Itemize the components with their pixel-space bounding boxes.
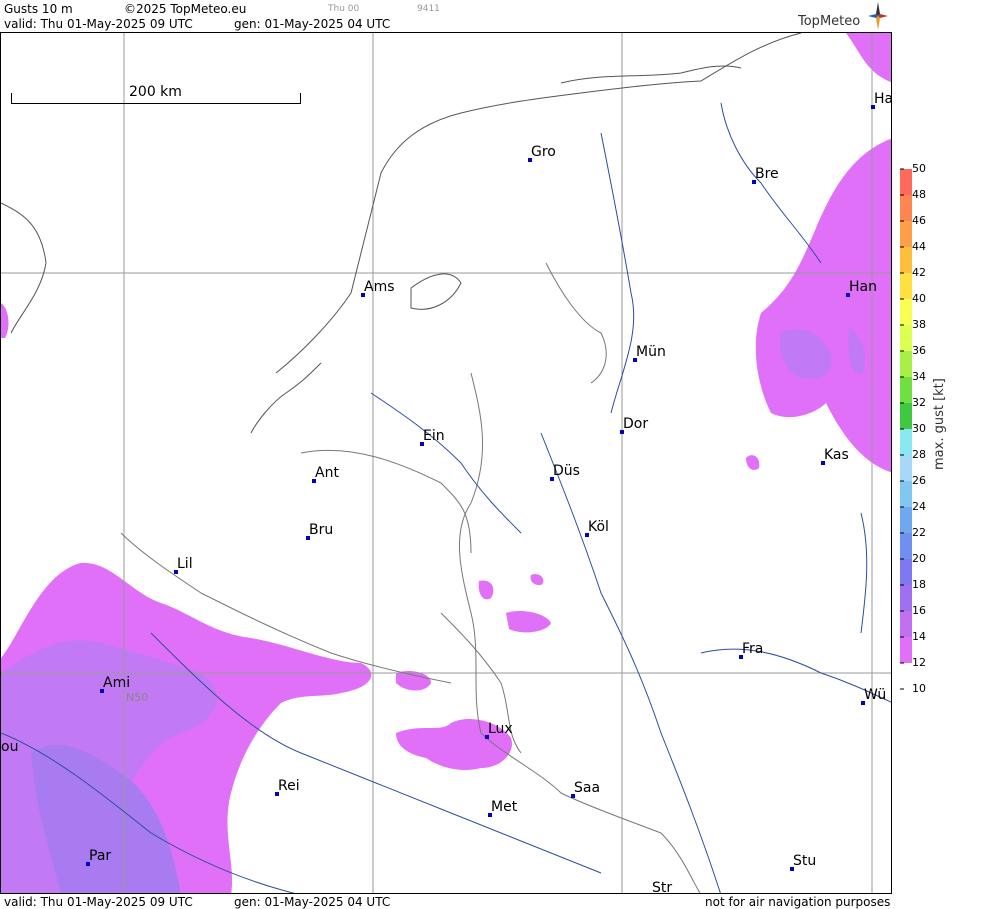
legend-tick-label: 26 bbox=[912, 474, 926, 487]
city-label: Mün bbox=[636, 344, 666, 360]
legend-color-step bbox=[900, 195, 912, 221]
legend-tick-label: 24 bbox=[912, 500, 926, 513]
legend-color-step bbox=[900, 325, 912, 351]
gust-legend-colorbar bbox=[900, 168, 912, 690]
legend-tick-label: 10 bbox=[912, 682, 926, 695]
legend-tick-label: 46 bbox=[912, 214, 926, 227]
city-label: Dor bbox=[623, 416, 649, 432]
city-label: ou bbox=[1, 739, 19, 755]
legend-tick-label: 12 bbox=[912, 656, 926, 669]
legend-color-step bbox=[900, 299, 912, 325]
legend-tick-label: 20 bbox=[912, 552, 926, 565]
legend-color-step bbox=[900, 481, 912, 507]
city-label: Stu bbox=[793, 853, 817, 869]
legend-color-step bbox=[900, 273, 912, 299]
city-label: Ami bbox=[103, 675, 131, 691]
city-label: Ams bbox=[364, 279, 395, 295]
city-label: Bru bbox=[309, 522, 334, 538]
legend-tick-label: 34 bbox=[912, 370, 926, 383]
city-label: Düs bbox=[553, 463, 580, 479]
legend-color-step bbox=[900, 247, 912, 273]
legend-tick-label: 30 bbox=[912, 422, 926, 435]
valid-time: valid: Thu 01-May-2025 09 UTC bbox=[4, 17, 193, 31]
city-label: Lil bbox=[177, 556, 193, 572]
city-label: Bre bbox=[755, 166, 779, 182]
legend-tick-label: 28 bbox=[912, 448, 926, 461]
legend-color-step bbox=[900, 403, 912, 429]
city-label: Lux bbox=[488, 721, 513, 737]
footer-valid-time: valid: Thu 01-May-2025 09 UTC bbox=[4, 895, 193, 909]
city-label: Han bbox=[849, 279, 877, 295]
scale-label: 200 km bbox=[129, 84, 182, 100]
legend-tick-label: 18 bbox=[912, 578, 926, 591]
legend-tick-label: 14 bbox=[912, 630, 926, 643]
legend-tick-label: 36 bbox=[912, 344, 926, 357]
city-label: Wü bbox=[864, 687, 887, 703]
map-canvas bbox=[1, 33, 891, 893]
legend-tick-label: 48 bbox=[912, 188, 926, 201]
compass-star-icon bbox=[868, 2, 888, 30]
city-label: Kas bbox=[824, 447, 849, 463]
legend-title: max. gust [kt] bbox=[932, 378, 947, 470]
city-label: Rei bbox=[278, 778, 300, 794]
city-label: Ant bbox=[315, 465, 339, 481]
legend-tick-label: 50 bbox=[912, 162, 926, 175]
city-label: Par bbox=[89, 848, 112, 864]
legend-tick-label: 42 bbox=[912, 266, 926, 279]
header-day-small: Thu 00 bbox=[328, 4, 360, 14]
legend-tick-label: 38 bbox=[912, 318, 926, 331]
latitude-label: N50 bbox=[126, 691, 149, 704]
legend-tick-label: 22 bbox=[912, 526, 926, 539]
footer-disclaimer: not for air navigation purposes bbox=[705, 895, 891, 909]
legend-color-step bbox=[900, 585, 912, 611]
legend-color-step bbox=[900, 455, 912, 481]
city-label: Gro bbox=[531, 144, 556, 160]
legend-color-step bbox=[900, 429, 912, 455]
legend-tick-label: 44 bbox=[912, 240, 926, 253]
city-label: Str bbox=[652, 880, 673, 894]
legend-color-step bbox=[900, 351, 912, 377]
city-label: Met bbox=[491, 799, 518, 815]
city-label: Fra bbox=[742, 641, 764, 657]
city-label: Ein bbox=[423, 428, 445, 444]
product-title: Gusts 10 m bbox=[4, 2, 73, 16]
legend-color-step bbox=[900, 559, 912, 585]
legend-color-step bbox=[900, 533, 912, 559]
map-frame[interactable]: 200 km N50 Ha Gro Bre Ams Han Mün Dor Ein Kas Düs… bbox=[0, 32, 892, 894]
city-label: Ha bbox=[874, 91, 892, 107]
legend-color-step bbox=[900, 637, 912, 663]
generated-time: gen: 01-May-2025 04 UTC bbox=[234, 17, 391, 31]
legend-color-step bbox=[900, 611, 912, 637]
copyright: ©2025 TopMeteo.eu bbox=[124, 2, 247, 16]
legend-color-step bbox=[900, 169, 912, 195]
topmeteo-logo[interactable]: TopMeteo bbox=[798, 14, 860, 29]
legend-color-step bbox=[900, 507, 912, 533]
header-code-small: 9411 bbox=[417, 4, 440, 14]
legend-color-step bbox=[900, 377, 912, 403]
gust-areas bbox=[1, 33, 891, 893]
city-label: Köl bbox=[588, 519, 609, 535]
legend-tick-label: 16 bbox=[912, 604, 926, 617]
city-label: Saa bbox=[574, 780, 601, 796]
footer-generated-time: gen: 01-May-2025 04 UTC bbox=[234, 895, 391, 909]
legend-tick-label: 32 bbox=[912, 396, 926, 409]
legend-color-step bbox=[900, 221, 912, 247]
legend-tick-label: 40 bbox=[912, 292, 926, 305]
